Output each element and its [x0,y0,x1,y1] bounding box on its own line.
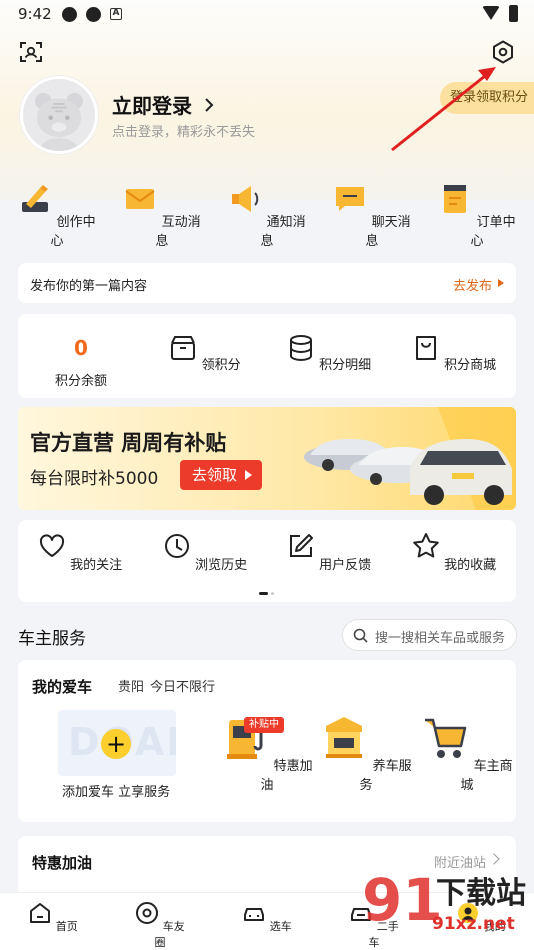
restriction-label: 今日不限行 [150,680,216,695]
speaker-icon [232,186,259,212]
points-mall[interactable]: 积分商城 [404,334,504,373]
circle-icon [136,902,159,924]
subsidy-badge: 补贴中 [244,717,284,733]
home-icon [30,903,51,923]
scan-icon[interactable] [20,41,42,63]
service-search-input[interactable]: 搜一搜相关车品或服务 [342,619,517,651]
service-car-maintenance[interactable]: 养车服务 [316,710,416,793]
car-service-icon [326,717,363,758]
banner-subline: 每台限时补5000 [30,469,159,489]
promo-banner[interactable]: 官方直营 周周有补贴 每台限时补5000 去领取 [18,407,516,510]
tools-panel: 我的关注 浏览历史 用户反馈 我的收藏 [18,520,516,602]
section-title: 车主服务 [18,629,86,649]
tool-feedback[interactable]: 用户反馈 [274,532,384,573]
notice-text: 发布你的第一篇内容 [30,279,148,294]
chevron-right-icon [205,98,214,112]
get-points[interactable]: 领积分 [155,334,255,373]
site-watermark: 91 下载站 91xz.net [362,862,534,948]
wifi-icon [482,6,500,20]
city-label[interactable]: 贵阳 [118,676,144,695]
add-car-button[interactable]: DOAR + [58,710,176,776]
banner-headline: 官方直营 周周有补贴 [30,431,227,455]
quick-menu-item-notice[interactable]: 通知消息 [222,182,312,249]
pen-icon [22,185,49,212]
tool-following[interactable]: 我的关注 [25,532,135,573]
points-detail[interactable]: 积分明细 [279,334,379,373]
my-car-title: 我的爱车 [32,678,93,696]
settings-gear-icon[interactable] [491,40,515,64]
quick-menu: 创作中心 互动消息 通知消息 聊天消息 订单中心 [10,174,524,254]
annotation-arrow-icon [391,67,496,152]
star-icon [413,533,439,558]
tiger-avatar-icon [35,92,83,151]
tool-history[interactable]: 浏览历史 [150,532,260,573]
fuel-title: 特惠加油 [32,854,93,872]
app-notification-icon [62,7,77,22]
order-icon [444,185,467,213]
watermark-text: 下载站 [436,876,526,911]
quick-menu-item-creation[interactable]: 创作中心 [12,182,102,249]
cars-image-icon [304,407,516,510]
cart-icon [425,718,467,758]
clock-icon [164,534,189,558]
nav-select-car[interactable]: 选车 [237,901,297,934]
search-placeholder: 搜一搜相关车品或服务 [375,631,506,646]
battery-icon [509,5,518,22]
triangle-right-icon [498,279,504,287]
add-car-label: 添加爱车 立享服务 [62,785,171,800]
database-icon [289,335,312,362]
quick-menu-item-chat[interactable]: 聊天消息 [327,182,417,249]
app-notification-icon [86,7,101,22]
status-bar: 9:42 A [0,0,534,28]
avatar[interactable] [20,76,98,154]
publish-link[interactable]: 去发布 [453,275,492,294]
login-subtitle: 点击登录，精彩永不丢失 [112,125,256,140]
quick-menu-item-interaction[interactable]: 互动消息 [117,182,207,249]
a-badge-icon: A [110,8,122,20]
search-icon [353,628,368,643]
claim-button[interactable]: 去领取 [180,460,262,490]
edit-icon [289,534,313,557]
nav-home[interactable]: 首页 [23,901,83,934]
watermark-digits: 91 [362,866,443,934]
points-balance[interactable]: 0 积分余额 [31,336,131,389]
login-title[interactable]: 立即登录 [112,90,215,119]
watermark-site: 91xz.net [432,914,515,934]
car-icon [244,908,265,921]
chat-icon [336,187,365,211]
plus-icon: + [101,729,131,759]
quick-menu-item-order[interactable]: 订单中心 [432,182,522,249]
status-time: 9:42 [18,5,52,23]
box-icon [171,336,196,360]
page-indicator [259,592,275,595]
tool-favorites[interactable]: 我的收藏 [399,532,509,573]
my-car-card: 我的爱车 贵阳 今日不限行 DOAR + 添加爱车 立享服务 特惠加油 补贴中 … [18,660,516,822]
service-owner-mall[interactable]: 车主商城 [417,710,517,793]
nav-circle[interactable]: 车友圈 [130,901,190,950]
play-arrow-icon [245,470,252,480]
publish-notice[interactable]: 发布你的第一篇内容 去发布 [18,263,516,303]
points-panel: 0 积分余额 领积分 积分明细 积分商城 [18,314,516,398]
heart-icon [39,534,64,557]
points-balance-value: 0 [74,336,88,360]
shopping-bag-icon [415,336,436,360]
envelope-icon [125,189,156,209]
